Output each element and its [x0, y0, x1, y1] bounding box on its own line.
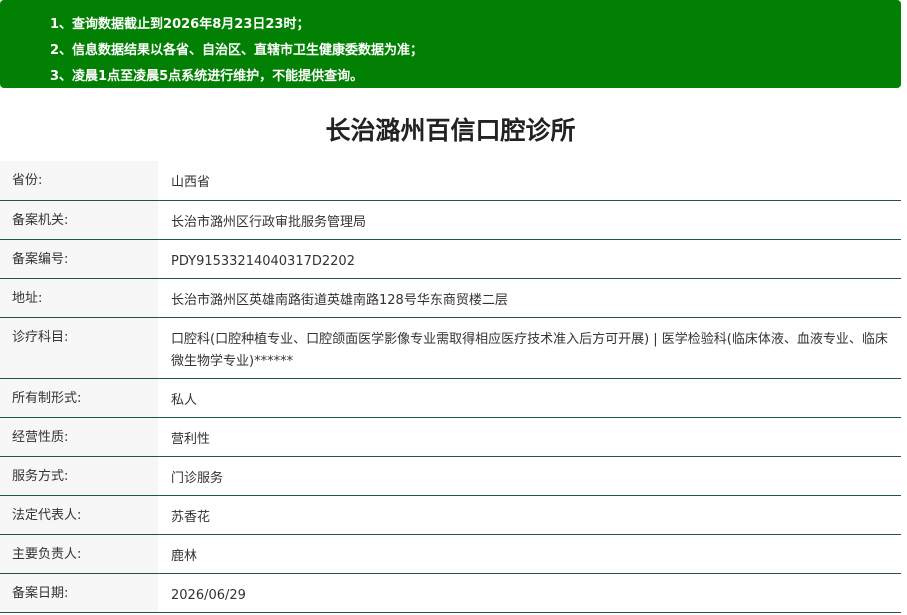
- row-label-text: 备案机关:: [12, 212, 69, 228]
- row-value: 门诊服务: [158, 456, 901, 496]
- row-value: 2026/06/29: [158, 573, 901, 613]
- row-value-text: 营利性: [171, 431, 211, 447]
- row-label-text: 主要负责人:: [12, 546, 82, 562]
- table-row: 法定代表人: 苏香花: [0, 495, 901, 535]
- row-value: 鹿林: [158, 534, 901, 574]
- row-label: 主要负责人:: [0, 534, 158, 574]
- row-label: 备案编号:: [0, 239, 158, 279]
- row-value: 口腔科(口腔种植专业、口腔颌面医学影像专业需取得相应医疗技术准入后方可开展) |…: [158, 317, 901, 379]
- row-value-text: 山西省: [171, 175, 211, 190]
- table-row: 主要负责人: 鹿林: [0, 534, 901, 574]
- row-value-text: 长治市潞州区行政审批服务管理局: [171, 214, 367, 230]
- row-value-text: 口腔科(口腔种植专业、口腔颌面医学影像专业需取得相应医疗技术准入后方可开展) |…: [171, 331, 888, 369]
- row-label: 备案日期:: [0, 573, 158, 613]
- row-label-text: 法定代表人:: [12, 507, 82, 523]
- row-label-text: 服务方式:: [12, 468, 69, 484]
- row-value: 私人: [158, 378, 901, 418]
- clinic-info-table: 省份: 山西省 备案机关: 长治市潞州区行政审批服务管理局 备案编号: PDY9…: [0, 161, 901, 613]
- row-label: 诊疗科目:: [0, 317, 158, 379]
- table-row: 省份: 山西省: [0, 161, 901, 201]
- row-value-text: 苏香花: [171, 509, 211, 525]
- row-value: 长治市潞州区英雄南路街道英雄南路128号华东商贸楼二层: [158, 278, 901, 318]
- row-value: 山西省: [158, 161, 901, 201]
- row-label-text: 备案编号:: [12, 251, 69, 267]
- table-row: 诊疗科目: 口腔科(口腔种植专业、口腔颌面医学影像专业需取得相应医疗技术准入后方…: [0, 317, 901, 379]
- row-label-text: 地址:: [12, 290, 43, 306]
- row-label-text: 诊疗科目:: [12, 329, 69, 345]
- table-row: 经营性质: 营利性: [0, 417, 901, 457]
- notice-text: 查询数据截止到2026年8月23日23时；: [72, 17, 310, 32]
- row-label: 经营性质:: [0, 417, 158, 457]
- notice-line: 2、信息数据结果以各省、自治区、直辖市卫生健康委数据为准；: [50, 38, 901, 64]
- row-label: 法定代表人:: [0, 495, 158, 535]
- row-value-text: 私人: [171, 392, 198, 408]
- row-label-text: 经营性质:: [12, 429, 69, 445]
- row-label: 地址:: [0, 278, 158, 318]
- row-value: 营利性: [158, 417, 901, 457]
- notice-number: 3、: [50, 69, 73, 84]
- table-row: 备案日期: 2026/06/29: [0, 573, 901, 613]
- row-value: 长治市潞州区行政审批服务管理局: [158, 200, 901, 240]
- row-value: 苏香花: [158, 495, 901, 535]
- row-value-text: 门诊服务: [171, 470, 224, 486]
- notice-number: 2、: [50, 43, 73, 58]
- row-label: 服务方式:: [0, 456, 158, 496]
- table-row: 所有制形式: 私人: [0, 378, 901, 418]
- table-row: 服务方式: 门诊服务: [0, 456, 901, 496]
- row-value-text: 长治市潞州区英雄南路街道英雄南路128号华东商贸楼二层: [171, 292, 508, 308]
- notice-text: 信息数据结果以各省、自治区、直辖市卫生健康委数据为准；: [72, 43, 424, 58]
- row-label: 省份:: [0, 161, 158, 201]
- row-label-text: 省份:: [12, 173, 43, 188]
- table-row: 地址: 长治市潞州区英雄南路街道英雄南路128号华东商贸楼二层: [0, 278, 901, 318]
- row-label: 所有制形式:: [0, 378, 158, 418]
- notice-banner: 1、查询数据截止到2026年8月23日23时； 2、信息数据结果以各省、自治区、…: [0, 0, 901, 88]
- row-label-text: 所有制形式:: [12, 390, 82, 406]
- row-label-text: 备案日期:: [12, 585, 69, 601]
- page-title: 长治潞州百信口腔诊所: [325, 116, 576, 145]
- row-value-text: 鹿林: [171, 548, 198, 564]
- row-value-text: 2026/06/29: [171, 587, 246, 603]
- row-label: 备案机关:: [0, 200, 158, 240]
- row-value-text: PDY91533214040317D2202: [171, 253, 355, 269]
- notice-line: 1、查询数据截止到2026年8月23日23时；: [50, 12, 901, 38]
- notice-number: 1、: [50, 17, 73, 32]
- table-row: 备案编号: PDY91533214040317D2202: [0, 239, 901, 279]
- notice-text: 凌晨1点至凌晨5点系统进行维护，不能提供查询。: [72, 69, 364, 84]
- row-value: PDY91533214040317D2202: [158, 239, 901, 279]
- table-row: 备案机关: 长治市潞州区行政审批服务管理局: [0, 200, 901, 240]
- notice-line: 3、凌晨1点至凌晨5点系统进行维护，不能提供查询。: [50, 64, 901, 90]
